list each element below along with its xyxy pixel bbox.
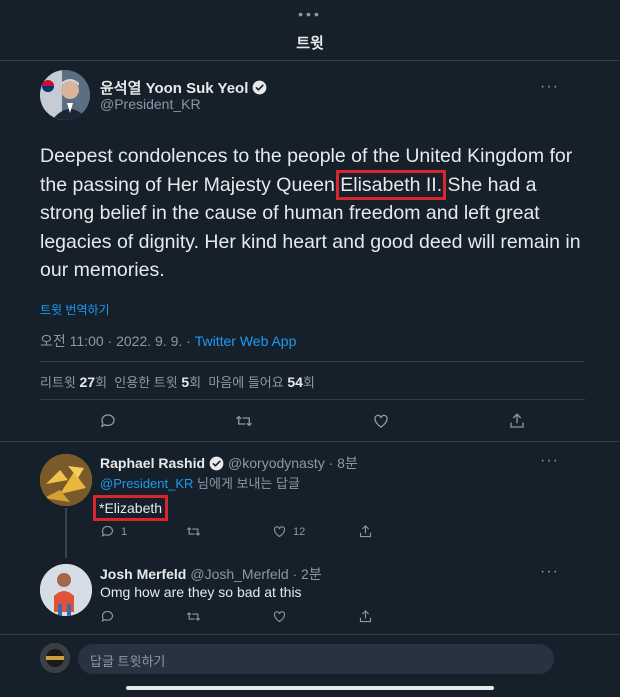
reply-author[interactable]: Raphael Rashid @koryodynasty · 8분 xyxy=(100,453,358,473)
reply-author-name: Josh Merfeld xyxy=(100,566,187,582)
quotes-stat[interactable]: 인용한 트윗 5회 xyxy=(114,374,202,390)
thread-line xyxy=(65,508,67,558)
like-button[interactable]: 12 xyxy=(272,524,358,539)
retweet-icon xyxy=(236,416,253,426)
reply-count: 1 xyxy=(121,525,128,538)
reply-icon xyxy=(101,610,114,622)
divider xyxy=(0,634,620,635)
reply-composer-input[interactable]: 답글 트윗하기 xyxy=(78,644,554,674)
share-button[interactable] xyxy=(508,412,526,430)
author-name[interactable]: 윤석열 Yoon Suk Yeol xyxy=(100,77,267,98)
heart-icon xyxy=(273,526,286,538)
stat-value: 27 xyxy=(79,374,96,390)
divider xyxy=(40,399,585,400)
retweet-button[interactable] xyxy=(186,609,272,624)
stat-value: 54 xyxy=(287,374,303,390)
user-avatar[interactable] xyxy=(40,643,70,673)
reply-button[interactable] xyxy=(100,609,186,624)
divider xyxy=(40,361,585,362)
reply-actions xyxy=(100,609,444,624)
stat-label: 마음에 들어요 xyxy=(208,375,284,390)
share-button[interactable] xyxy=(358,524,444,539)
stat-value: 5 xyxy=(181,374,190,390)
author-avatar[interactable] xyxy=(40,70,90,120)
mention-link[interactable]: @President_KR xyxy=(100,476,193,491)
verified-badge-icon xyxy=(209,456,224,470)
share-icon xyxy=(510,413,524,428)
reply-author-name: Raphael Rashid xyxy=(100,455,206,471)
reply-icon xyxy=(101,414,115,428)
like-count: 12 xyxy=(293,525,306,538)
retweet-button[interactable] xyxy=(235,412,253,430)
share-button[interactable] xyxy=(358,609,444,624)
stat-unit: 회 xyxy=(302,375,315,390)
reply-text: *Elizabeth xyxy=(92,495,169,521)
tweet-text: Deepest condolences to the people of the… xyxy=(40,142,585,285)
reply-handle-time: @koryodynasty · 8분 xyxy=(228,455,358,471)
reply-avatar[interactable] xyxy=(40,454,92,506)
more-options-icon[interactable]: ··· xyxy=(540,452,559,470)
likes-stat[interactable]: 마음에 들어요 54회 xyxy=(208,374,315,390)
reply-button[interactable]: 1 xyxy=(100,524,186,539)
share-icon xyxy=(359,525,372,538)
reply-actions: 1 12 xyxy=(100,524,444,539)
translate-tweet-link[interactable]: 트윗 번역하기 xyxy=(40,301,110,318)
verified-badge-icon xyxy=(253,80,267,95)
tweet-timestamp[interactable]: 오전 11:00 · 2022. 9. 9. · xyxy=(40,333,195,349)
stat-label: 리트윗 xyxy=(40,375,76,390)
divider xyxy=(0,441,620,442)
retweets-stat[interactable]: 리트윗 27회 xyxy=(40,374,108,390)
like-button[interactable] xyxy=(272,609,358,624)
reply-to-suffix: 님에게 보내는 답글 xyxy=(193,476,300,491)
reply-author[interactable]: Josh Merfeld @Josh_Merfeld · 2분 xyxy=(100,564,322,584)
tweet-source-link[interactable]: Twitter Web App xyxy=(195,333,297,349)
page-title: 트윗 xyxy=(296,35,324,52)
drag-handle[interactable]: ••• xyxy=(0,6,620,22)
more-options-icon[interactable]: ··· xyxy=(540,78,559,96)
retweet-icon xyxy=(186,612,201,621)
more-options-icon[interactable]: ··· xyxy=(540,563,559,581)
stat-unit: 회 xyxy=(95,375,108,390)
home-indicator[interactable] xyxy=(126,686,494,690)
reply-icon xyxy=(101,525,114,537)
highlighted-text: Elisabeth II. xyxy=(336,169,447,200)
reply-text: Omg how are they so bad at this xyxy=(100,584,302,600)
author-handle[interactable]: @President_KR xyxy=(100,96,201,112)
reply-button[interactable] xyxy=(99,412,117,430)
share-icon xyxy=(359,610,372,623)
header-divider xyxy=(0,60,620,61)
reply-handle-time: @Josh_Merfeld · 2분 xyxy=(190,566,322,582)
like-button[interactable] xyxy=(372,412,390,430)
reply-to-line: @President_KR 님에게 보내는 답글 xyxy=(100,473,300,492)
stat-unit: 회 xyxy=(189,375,202,390)
tweet-actions xyxy=(40,412,585,430)
heart-icon xyxy=(273,611,286,623)
tweet-meta: 오전 11:00 · 2022. 9. 9. · Twitter Web App xyxy=(40,331,296,351)
stat-label: 인용한 트윗 xyxy=(114,375,178,390)
tweet-stats: 리트윗 27회 인용한 트윗 5회 마음에 들어요 54회 xyxy=(40,372,315,391)
retweet-button[interactable] xyxy=(186,524,272,539)
retweet-icon xyxy=(186,527,201,536)
author-name-text: 윤석열 Yoon Suk Yeol xyxy=(100,80,249,97)
reply-avatar[interactable] xyxy=(40,564,92,616)
heart-icon xyxy=(373,414,388,428)
